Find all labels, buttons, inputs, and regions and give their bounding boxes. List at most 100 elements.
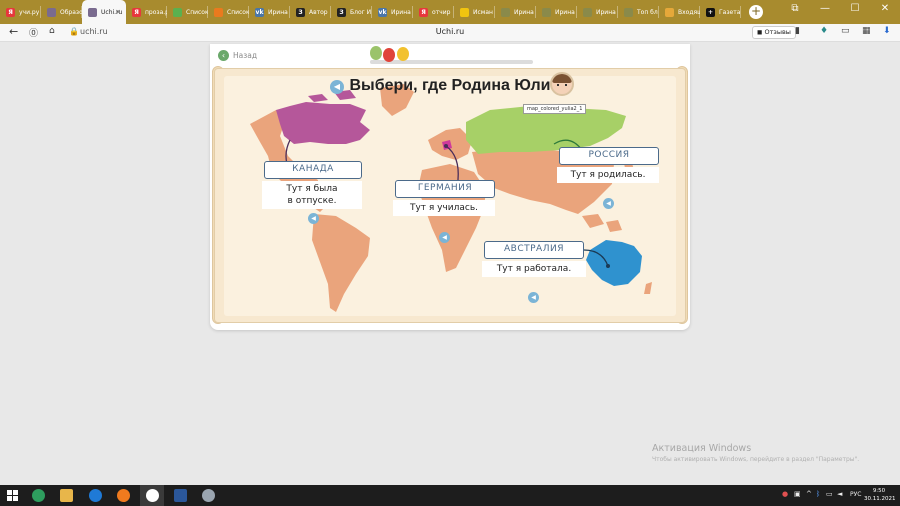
tray-chevron-icon[interactable]: ^ — [806, 490, 812, 498]
reviews-label: Отзывы — [764, 28, 791, 36]
paint-icon — [201, 489, 215, 502]
clock[interactable]: 9:50 30.11.2021 — [864, 487, 896, 503]
tray-picture-icon[interactable]: ▣ — [794, 490, 801, 498]
start-button[interactable] — [0, 485, 24, 506]
browser-tab[interactable]: Ирина — [536, 0, 577, 24]
tab-favicon-icon: З — [337, 7, 346, 17]
tab-label: Исман — [473, 8, 493, 16]
tray-red-icon[interactable]: ● — [782, 490, 788, 498]
browser-tab[interactable]: З Автор — [290, 0, 331, 24]
browser-tab[interactable]: vk Ирина — [249, 0, 290, 24]
windows-logo-icon — [6, 490, 18, 501]
clock-time: 9:50 — [872, 488, 886, 494]
browser-tab[interactable]: Ирина — [495, 0, 536, 24]
tab-favicon-icon — [583, 7, 592, 17]
tab-label: Автор — [309, 8, 328, 16]
bookmark-icon[interactable]: ▮ — [795, 26, 800, 36]
tab-favicon-icon: Я — [419, 7, 428, 17]
tab-favicon-icon: + — [706, 7, 715, 17]
tray-bluetooth-icon[interactable]: ᛒ — [816, 490, 820, 498]
browser-tab[interactable]: Uchi.ru × — [82, 0, 126, 24]
tab-favicon-icon: З — [296, 7, 305, 17]
browser-tab[interactable]: Япроза.р — [126, 0, 167, 24]
taskbar-explorer[interactable] — [54, 485, 78, 506]
tab-favicon-icon: vk — [378, 7, 387, 17]
browser-tab[interactable]: + Газета — [700, 0, 741, 24]
window-close-button[interactable]: ✕ — [870, 0, 900, 18]
tab-label: Ирина — [596, 8, 616, 16]
map-new-zealand[interactable] — [644, 282, 652, 294]
browser-tab[interactable]: Образо — [41, 0, 82, 24]
window-minimize-button[interactable]: — — [810, 0, 840, 18]
task-card: ‹ Назад ◀ Выбери, где Родина Юли map_col… — [210, 44, 690, 330]
browser-tab[interactable]: З Блог И — [331, 0, 372, 24]
activation-watermark-subtitle: Чтобы активировать Windows, перейдите в … — [652, 456, 860, 463]
tab-favicon-icon — [460, 7, 469, 17]
browser-tab[interactable]: Топ бл — [618, 0, 659, 24]
map-south-america[interactable] — [312, 214, 370, 312]
taskbar-word[interactable] — [168, 485, 192, 506]
taskbar-edge[interactable] — [83, 485, 107, 506]
activation-watermark-title: Активация Windows — [652, 443, 752, 454]
caption-canada-line-2: в отпуске. — [287, 196, 337, 206]
tab-label: Образо — [60, 8, 82, 16]
speaker-icon-russia[interactable]: ◀ — [603, 198, 614, 209]
protect-icon[interactable]: ♦ — [820, 26, 828, 36]
edge-icon — [88, 489, 102, 502]
browser-tab[interactable]: Исман — [454, 0, 495, 24]
reviews-button[interactable]: ◼ Отзывы — [752, 26, 796, 39]
browser-tab[interactable]: vk Ирина — [372, 0, 413, 24]
avatar-hair — [552, 74, 572, 83]
browser-tab[interactable]: Яучи.ру — [0, 0, 41, 24]
browser-tab[interactable]: Входящ — [659, 0, 700, 24]
tab-close-icon[interactable]: × — [115, 8, 121, 16]
chat-icon[interactable]: ▭ — [841, 26, 850, 36]
speaker-icon-australia[interactable]: ◀ — [528, 292, 539, 303]
caption-russia: Тут я родилась. — [557, 167, 659, 183]
tray-language[interactable]: РУС — [850, 491, 861, 498]
label-australia[interactable]: АВСТРАЛИЯ — [484, 241, 584, 259]
speaker-icon-germany[interactable]: ◀ — [439, 232, 450, 243]
clock-date: 30.11.2021 — [864, 496, 896, 502]
app-green-icon — [31, 489, 45, 502]
browser-tab[interactable]: Яотчир — [413, 0, 454, 24]
firefox-icon — [116, 489, 130, 502]
extensions-icon[interactable]: ▦ — [862, 26, 871, 36]
speaker-icon-canada[interactable]: ◀ — [308, 213, 319, 224]
label-russia[interactable]: РОССИЯ — [559, 147, 659, 165]
map-se-asia[interactable] — [582, 214, 622, 232]
tab-label: Газета — [719, 8, 741, 16]
tab-label: Входящ — [678, 8, 700, 16]
map-canada[interactable] — [276, 102, 370, 144]
caption-australia: Тут я работала. — [482, 261, 586, 277]
tab-favicon-icon — [665, 7, 674, 17]
window-controls: ⧉ — ☐ ✕ — [780, 0, 900, 18]
window-maximize-button[interactable]: ☐ — [840, 0, 870, 18]
caption-canada: Тут я была в отпуске. — [262, 181, 362, 209]
browser-tab[interactable]: Список — [208, 0, 249, 24]
tab-favicon-icon — [214, 7, 223, 17]
tab-favicon-icon — [88, 7, 97, 17]
taskbar-app-1[interactable] — [26, 485, 50, 506]
downloads-icon[interactable]: ⬇ — [883, 26, 891, 36]
tray-battery-icon[interactable]: ▭ — [826, 490, 833, 498]
tab-favicon-icon — [501, 7, 510, 17]
window-restore-icon[interactable]: ⧉ — [780, 0, 810, 18]
tab-favicon-icon: Я — [6, 7, 15, 17]
avatar-eyes — [557, 84, 567, 86]
label-germany[interactable]: ГЕРМАНИЯ — [395, 180, 495, 198]
new-tab-button[interactable]: + — [749, 5, 763, 19]
caption-canada-line-1: Тут я была — [286, 184, 338, 194]
tab-favicon-icon: Я — [132, 7, 141, 17]
taskbar-firefox[interactable] — [111, 485, 135, 506]
tooltip: map_colored_yulia2_1 — [523, 104, 587, 114]
browser-tab[interactable]: Ирина — [577, 0, 618, 24]
taskbar-paint[interactable] — [196, 485, 220, 506]
label-canada[interactable]: КАНАДА — [264, 161, 362, 179]
tab-label: отчир — [432, 8, 451, 16]
word-icon — [173, 489, 187, 502]
taskbar-yandex[interactable] — [140, 485, 164, 506]
browser-tab[interactable]: Список — [167, 0, 208, 24]
tray-volume-icon[interactable]: ◄ — [837, 490, 842, 498]
map-australia[interactable] — [586, 240, 642, 286]
